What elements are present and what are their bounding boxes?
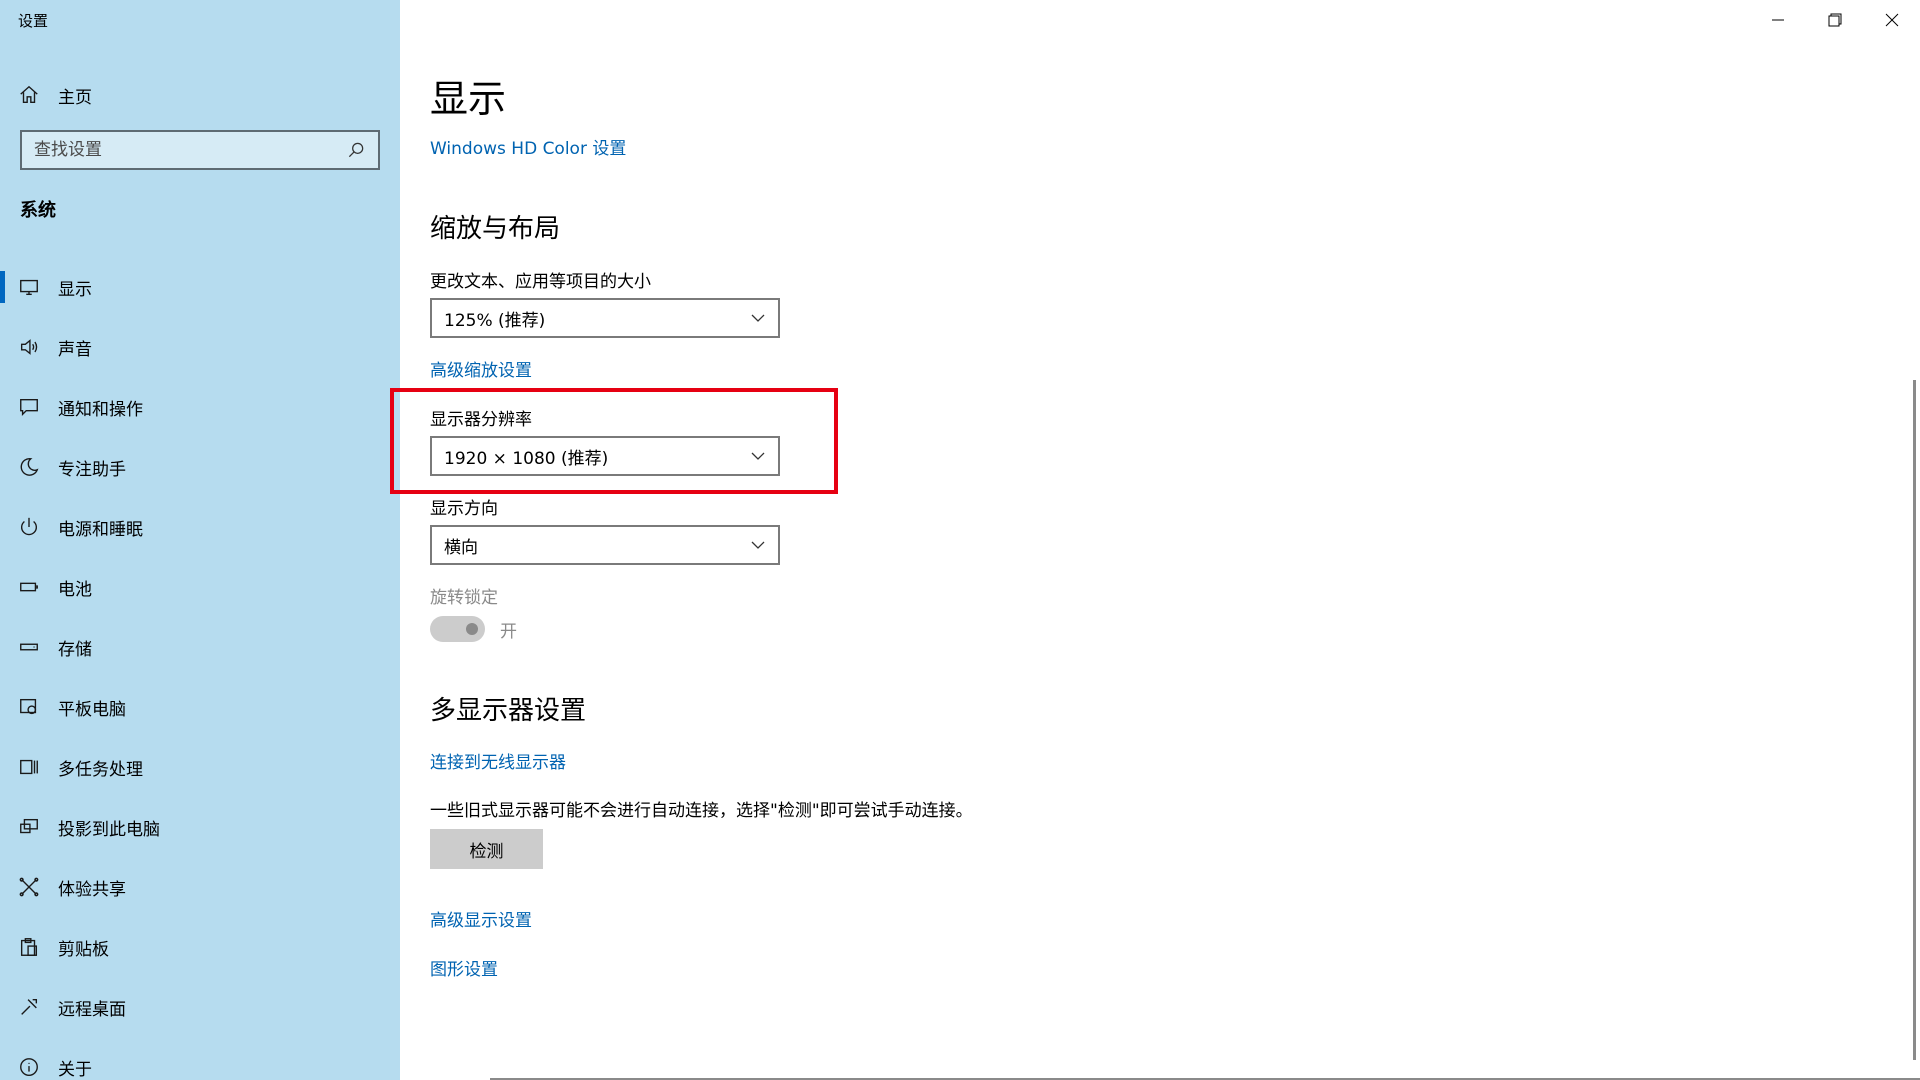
- chevron-down-icon: [751, 314, 765, 322]
- message-icon: [0, 396, 58, 418]
- search-box: [20, 130, 380, 170]
- sidebar: 设置 主页 系统 显示 声音 通知和操作 专注助手: [0, 0, 400, 1080]
- battery-icon: [0, 576, 58, 598]
- sidebar-item-project-to-pc[interactable]: 投影到此电脑: [0, 797, 400, 857]
- sidebar-item-battery[interactable]: 电池: [0, 557, 400, 617]
- clipboard-icon: [0, 936, 58, 958]
- sidebar-item-label: 声音: [58, 339, 92, 360]
- sidebar-item-power-sleep[interactable]: 电源和睡眠: [0, 497, 400, 557]
- sidebar-item-label: 多任务处理: [58, 759, 143, 780]
- scrollbar[interactable]: [1913, 380, 1916, 1060]
- sidebar-item-label: 平板电脑: [58, 699, 126, 720]
- sidebar-item-label: 存储: [58, 639, 92, 660]
- scale-dropdown-value: 125% (推荐): [444, 310, 546, 331]
- sidebar-item-storage[interactable]: 存储: [0, 617, 400, 677]
- sidebar-section-label: 系统: [20, 200, 56, 221]
- scale-layout-heading: 缩放与布局: [430, 214, 561, 244]
- sidebar-nav: 显示 声音 通知和操作 专注助手 电源和睡眠 电池 存储 平板电脑 多任务处理 …: [0, 257, 400, 1080]
- sidebar-item-label: 专注助手: [58, 459, 126, 480]
- sidebar-item-about[interactable]: 关于: [0, 1037, 400, 1080]
- scale-label: 更改文本、应用等项目的大小: [430, 272, 651, 292]
- monitor-icon: [0, 276, 58, 298]
- orientation-dropdown[interactable]: 横向: [430, 525, 780, 565]
- rotation-lock-state: 开: [500, 621, 517, 642]
- multi-display-heading: 多显示器设置: [430, 696, 587, 726]
- sidebar-item-label: 关于: [58, 1059, 92, 1080]
- wireless-display-link[interactable]: 连接到无线显示器: [430, 748, 566, 773]
- page-title: 显示: [430, 77, 507, 121]
- sidebar-item-remote-desktop[interactable]: 远程桌面: [0, 977, 400, 1037]
- sidebar-item-home[interactable]: 主页: [0, 74, 400, 116]
- sidebar-item-label: 远程桌面: [58, 999, 126, 1020]
- sidebar-item-notifications[interactable]: 通知和操作: [0, 377, 400, 437]
- advanced-scaling-link[interactable]: 高级缩放设置: [430, 356, 532, 381]
- main-content: 显示 Windows HD Color 设置 缩放与布局 更改文本、应用等项目的…: [400, 0, 1920, 1080]
- sidebar-item-label: 投影到此电脑: [58, 819, 160, 840]
- orientation-label: 显示方向: [430, 499, 498, 519]
- sidebar-item-label: 显示: [58, 279, 92, 300]
- info-icon: [0, 1056, 58, 1078]
- tablet-icon: [0, 696, 58, 718]
- storage-icon: [0, 636, 58, 658]
- sidebar-item-display[interactable]: 显示: [0, 257, 400, 317]
- rotation-lock-row: 开: [430, 616, 517, 642]
- advanced-display-link[interactable]: 高级显示设置: [430, 906, 532, 931]
- sidebar-item-label: 通知和操作: [58, 399, 143, 420]
- sidebar-item-label: 电池: [58, 579, 92, 600]
- sidebar-item-multitasking[interactable]: 多任务处理: [0, 737, 400, 797]
- rotation-lock-toggle[interactable]: [430, 616, 485, 642]
- app-title: 设置: [18, 12, 49, 30]
- sidebar-item-label: 体验共享: [58, 879, 126, 900]
- toggle-knob: [466, 623, 478, 635]
- hd-color-link[interactable]: Windows HD Color 设置: [430, 134, 626, 159]
- remote-icon: [0, 996, 58, 1018]
- sidebar-item-label: 剪贴板: [58, 939, 109, 960]
- graphics-settings-link[interactable]: 图形设置: [430, 955, 498, 980]
- home-icon: [0, 84, 58, 106]
- sidebar-item-clipboard[interactable]: 剪贴板: [0, 917, 400, 977]
- project-icon: [0, 816, 58, 838]
- sidebar-item-sound[interactable]: 声音: [0, 317, 400, 377]
- chevron-down-icon: [751, 541, 765, 549]
- orientation-dropdown-value: 横向: [444, 537, 478, 558]
- sidebar-item-tablet[interactable]: 平板电脑: [0, 677, 400, 737]
- share-icon: [0, 876, 58, 898]
- search-input[interactable]: [34, 140, 346, 160]
- speaker-icon: [0, 336, 58, 358]
- rotation-lock-label: 旋转锁定: [430, 588, 498, 608]
- search-icon[interactable]: [346, 140, 366, 160]
- resolution-highlight-box: [390, 388, 838, 494]
- sidebar-item-label: 电源和睡眠: [58, 519, 143, 540]
- sidebar-item-shared-experiences[interactable]: 体验共享: [0, 857, 400, 917]
- power-icon: [0, 516, 58, 538]
- detect-button[interactable]: 检测: [430, 829, 543, 869]
- scale-dropdown[interactable]: 125% (推荐): [430, 298, 780, 338]
- multitask-icon: [0, 756, 58, 778]
- detect-note: 一些旧式显示器可能不会进行自动连接，选择"检测"即可尝试手动连接。: [430, 801, 973, 821]
- sidebar-item-home-label: 主页: [58, 87, 92, 108]
- sidebar-item-focus-assist[interactable]: 专注助手: [0, 437, 400, 497]
- moon-icon: [0, 456, 58, 478]
